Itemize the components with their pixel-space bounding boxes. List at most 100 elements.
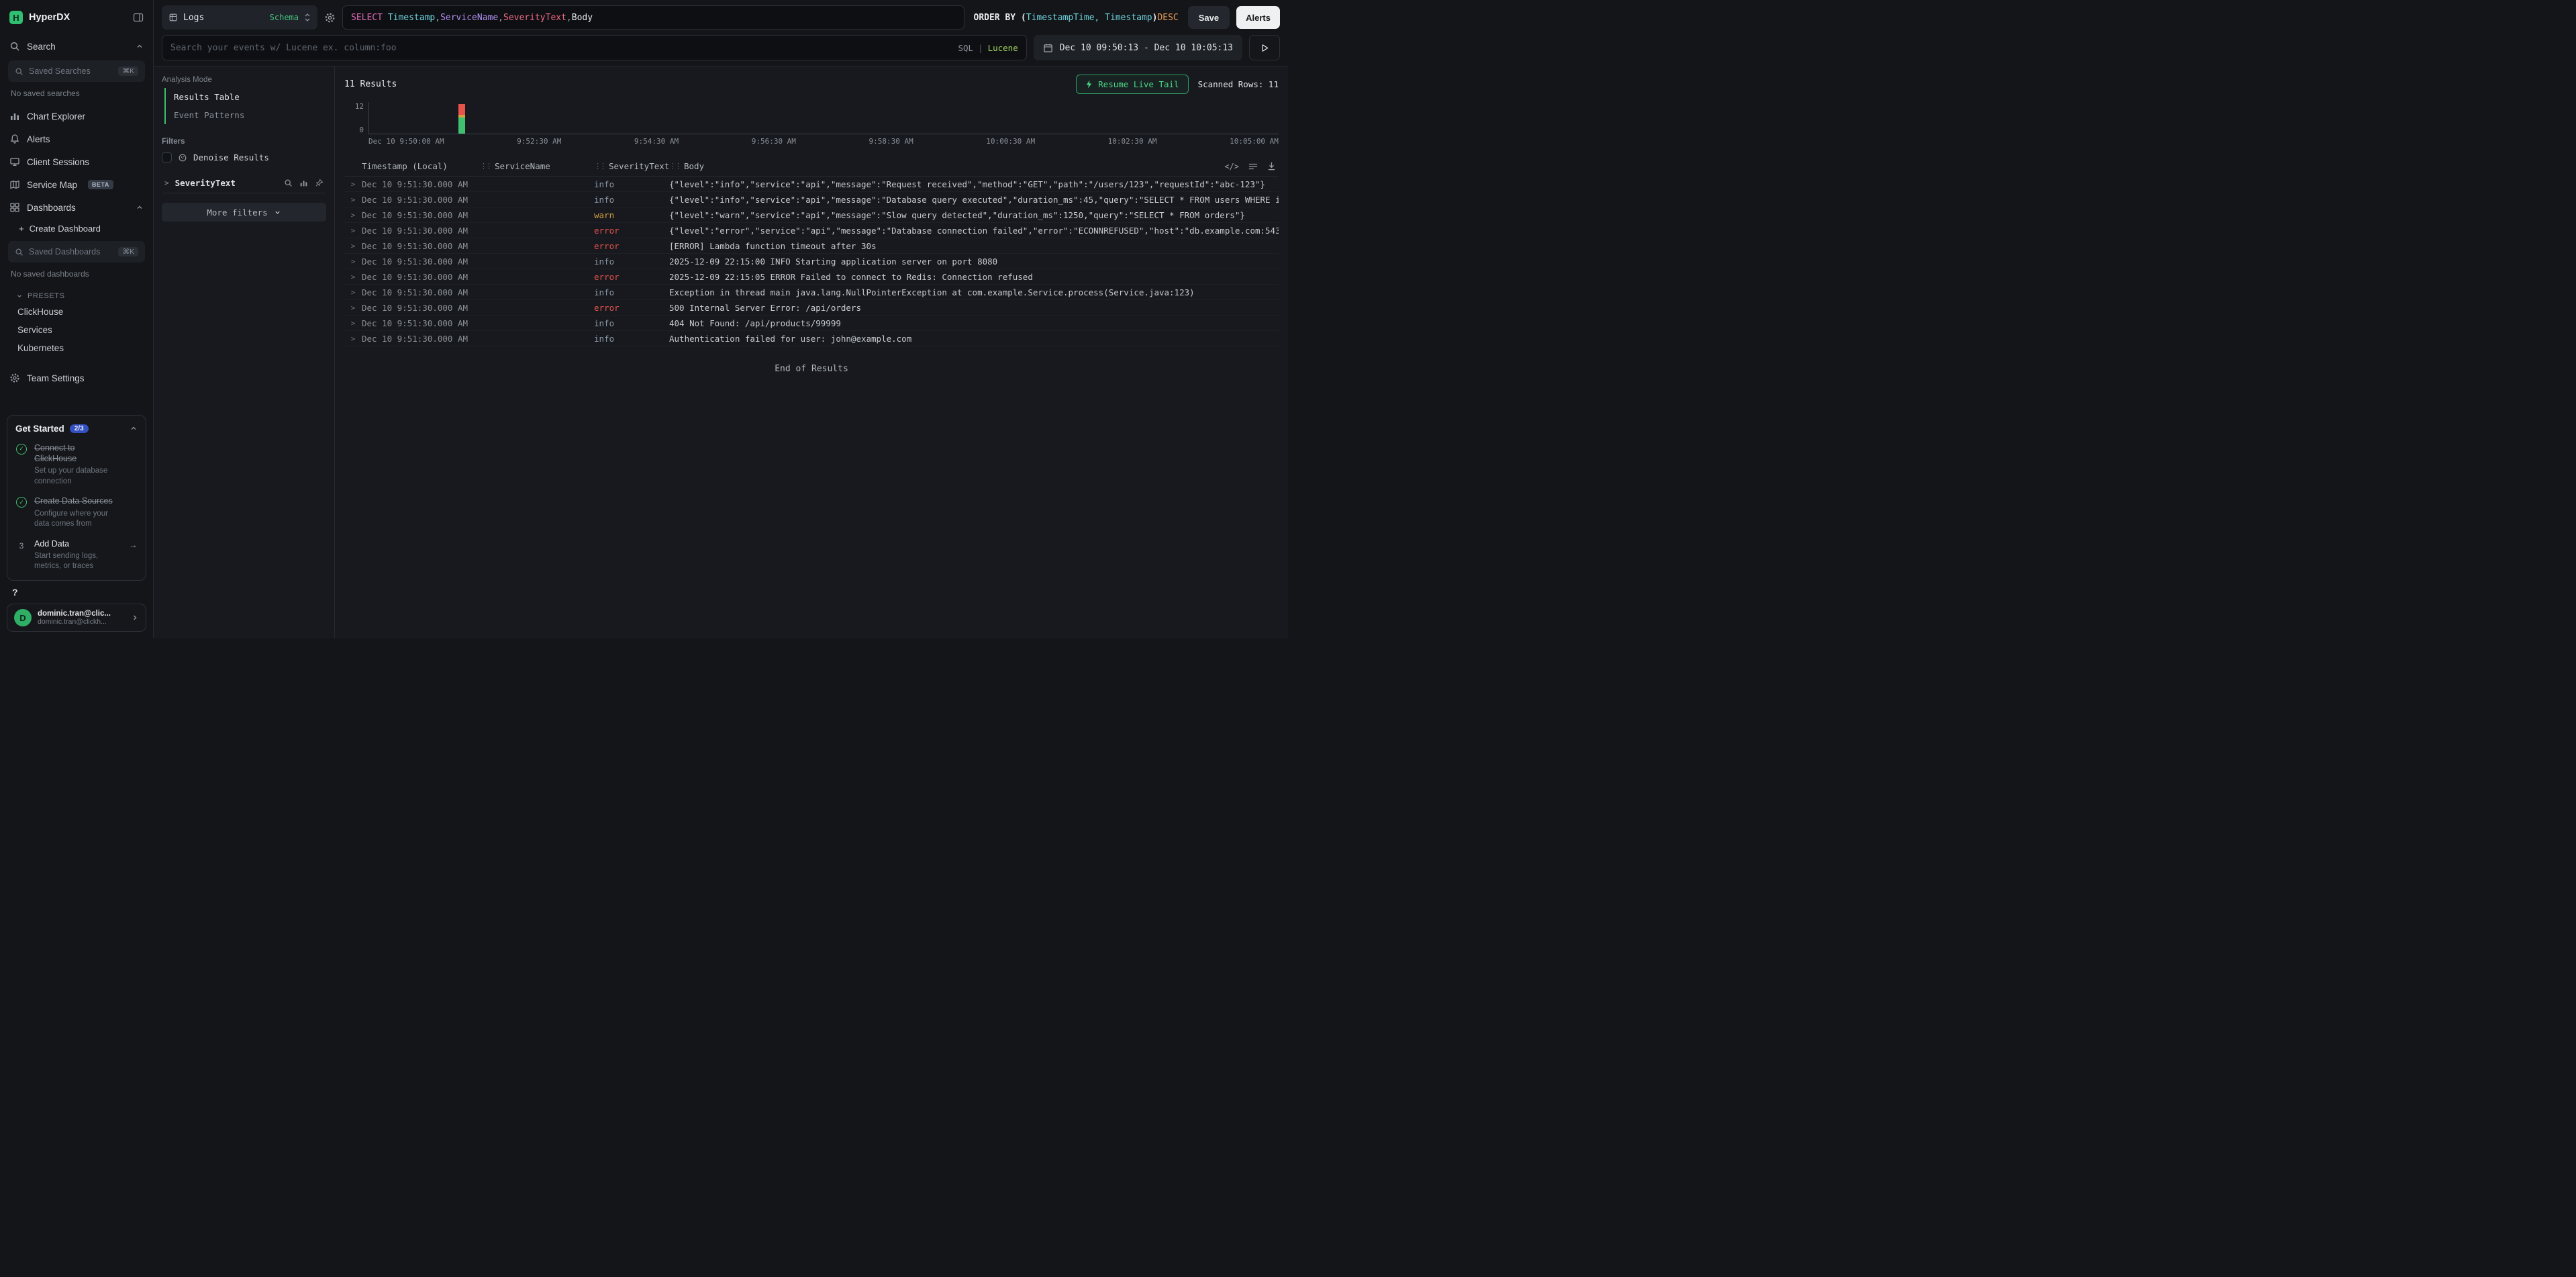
- cell-body: [ERROR] Lambda function timeout after 30…: [669, 241, 1279, 251]
- check-circle-icon: ✓: [16, 497, 27, 508]
- row-expander-icon[interactable]: >: [344, 288, 362, 297]
- row-expander-icon[interactable]: >: [344, 257, 362, 266]
- sidebar-collapse-icon[interactable]: [133, 12, 144, 23]
- row-expander-icon[interactable]: >: [344, 226, 362, 235]
- table-row[interactable]: > Dec 10 9:51:30.000 AM error 500 Intern…: [344, 300, 1279, 316]
- row-expander-icon[interactable]: >: [344, 211, 362, 220]
- row-expander-icon[interactable]: >: [344, 195, 362, 204]
- presets-toggle[interactable]: PRESETS: [0, 285, 153, 303]
- cell-timestamp: Dec 10 9:51:30.000 AM: [362, 179, 480, 189]
- pin-icon[interactable]: [315, 179, 324, 187]
- resume-live-tail-label: Resume Live Tail: [1098, 79, 1179, 89]
- column-header-servicename[interactable]: ServiceName: [495, 161, 550, 171]
- live-tail-play-button[interactable]: [1249, 35, 1280, 60]
- comma: ,: [435, 13, 440, 23]
- drag-handle-icon[interactable]: ⋮⋮: [480, 162, 491, 171]
- table-row[interactable]: > Dec 10 9:51:30.000 AM error {"level":"…: [344, 223, 1279, 238]
- wrap-lines-icon[interactable]: [1248, 162, 1258, 171]
- cell-timestamp: Dec 10 9:51:30.000 AM: [362, 287, 480, 297]
- resume-live-tail-button[interactable]: Resume Live Tail: [1076, 75, 1188, 94]
- main-column: Logs Schema SELECT Timestamp,ServiceName…: [154, 0, 1288, 638]
- column-header-body[interactable]: Body: [684, 161, 704, 171]
- query-field-body: Body: [572, 13, 593, 23]
- source-select[interactable]: Logs Schema: [162, 5, 317, 30]
- sidebar-item-dashboards[interactable]: Dashboards: [0, 196, 153, 219]
- saved-searches-input[interactable]: Saved Searches ⌘K: [8, 60, 145, 82]
- sidebar-item-service-map[interactable]: Service Map BETA: [0, 173, 153, 196]
- severity-group-label: SeverityText: [175, 178, 236, 188]
- sidebar-item-team-settings[interactable]: Team Settings: [0, 367, 153, 389]
- order-by-clause[interactable]: ORDER BY (TimestampTime, Timestamp) DESC: [971, 13, 1181, 23]
- analysis-mode-list: Results Table Event Patterns: [164, 88, 326, 124]
- group-expander-icon[interactable]: >: [164, 179, 169, 187]
- get-started-item-sources[interactable]: ✓ Create Data Sources Configure where yo…: [15, 495, 138, 529]
- save-button[interactable]: Save: [1188, 6, 1230, 29]
- date-range-picker[interactable]: Dec 10 09:50:13 - Dec 10 10:05:13: [1034, 35, 1242, 60]
- table-row[interactable]: > Dec 10 9:51:30.000 AM error [ERROR] La…: [344, 238, 1279, 254]
- chart-bar[interactable]: [458, 104, 465, 134]
- denoise-checkbox[interactable]: [162, 152, 172, 162]
- alerts-button[interactable]: Alerts: [1236, 6, 1280, 29]
- filter-chart-icon[interactable]: [299, 179, 308, 187]
- get-started-item-title: Add Data: [34, 538, 115, 549]
- mode-sql-toggle[interactable]: SQL: [958, 43, 973, 53]
- mode-event-patterns[interactable]: Event Patterns: [166, 106, 326, 124]
- table-row[interactable]: > Dec 10 9:51:30.000 AM warn {"level":"w…: [344, 207, 1279, 223]
- hyperdx-logo-icon: H: [9, 11, 23, 24]
- table-row[interactable]: > Dec 10 9:51:30.000 AM info Exception i…: [344, 285, 1279, 300]
- more-filters-button[interactable]: More filters: [162, 203, 326, 222]
- preset-item-services[interactable]: Services: [0, 321, 153, 339]
- table-row[interactable]: > Dec 10 9:51:30.000 AM info Authenticat…: [344, 331, 1279, 346]
- get-started-item-title: Create Data Sources: [34, 495, 115, 506]
- denoise-results-toggle[interactable]: Denoise Results: [162, 152, 326, 162]
- preset-item-clickhouse[interactable]: ClickHouse: [0, 303, 153, 321]
- progress-badge: 2/3: [70, 424, 89, 433]
- column-header-severitytext[interactable]: SeverityText: [609, 161, 669, 171]
- code-view-icon[interactable]: </>: [1224, 162, 1239, 171]
- results-header: 11 Results Resume Live Tail Scanned Rows…: [344, 75, 1279, 94]
- saved-dashboards-input[interactable]: Saved Dashboards ⌘K: [8, 241, 145, 263]
- mode-results-table[interactable]: Results Table: [166, 88, 326, 106]
- drag-handle-icon[interactable]: ⋮⋮: [594, 162, 605, 171]
- column-header-timestamp[interactable]: Timestamp (Local): [362, 161, 448, 171]
- download-icon[interactable]: [1267, 162, 1276, 171]
- row-expander-icon[interactable]: >: [344, 319, 362, 328]
- source-settings-icon[interactable]: [324, 12, 336, 23]
- search-input[interactable]: Search your events w/ Lucene ex. column:…: [162, 35, 1027, 60]
- sidebar-item-chart-explorer[interactable]: Chart Explorer: [0, 105, 153, 128]
- cell-timestamp: Dec 10 9:51:30.000 AM: [362, 210, 480, 220]
- bell-icon: [9, 134, 20, 144]
- row-expander-icon[interactable]: >: [344, 273, 362, 281]
- table-row[interactable]: > Dec 10 9:51:30.000 AM info {"level":"i…: [344, 177, 1279, 192]
- sidebar-item-search[interactable]: Search: [0, 35, 153, 58]
- row-expander-icon[interactable]: >: [344, 180, 362, 189]
- grid-icon: [9, 202, 20, 213]
- sql-query-input[interactable]: SELECT Timestamp,ServiceName,SeverityTex…: [342, 5, 964, 30]
- row-expander-icon[interactable]: >: [344, 242, 362, 250]
- table-row[interactable]: > Dec 10 9:51:30.000 AM info 404 Not Fou…: [344, 316, 1279, 331]
- get-started-item-add-data[interactable]: 3 Add Data Start sending logs, metrics, …: [15, 538, 138, 572]
- cell-severitytext: info: [594, 256, 669, 267]
- sidebar-item-client-sessions[interactable]: Client Sessions: [0, 150, 153, 173]
- get-started-header[interactable]: Get Started 2/3: [15, 424, 138, 434]
- bar-segment-error: [458, 104, 465, 115]
- table-row[interactable]: > Dec 10 9:51:30.000 AM error 2025-12-09…: [344, 269, 1279, 285]
- filter-search-icon[interactable]: [284, 179, 293, 187]
- chevron-up-icon: [136, 42, 144, 50]
- date-range-value: Dec 10 09:50:13 - Dec 10 10:05:13: [1060, 43, 1233, 53]
- row-expander-icon[interactable]: >: [344, 303, 362, 312]
- drag-handle-icon[interactable]: ⋮⋮: [669, 162, 680, 171]
- preset-item-kubernetes[interactable]: Kubernetes: [0, 339, 153, 357]
- row-expander-icon[interactable]: >: [344, 334, 362, 343]
- sidebar-item-alerts[interactable]: Alerts: [0, 128, 153, 150]
- table-row[interactable]: > Dec 10 9:51:30.000 AM info {"level":"i…: [344, 192, 1279, 207]
- help-button[interactable]: ?: [7, 587, 23, 598]
- user-menu[interactable]: D dominic.tran@clic... dominic.tran@clic…: [7, 604, 146, 632]
- cell-timestamp: Dec 10 9:51:30.000 AM: [362, 241, 480, 251]
- x-tick-label: 10:05:00 AM: [1230, 137, 1279, 146]
- get-started-item-connect[interactable]: ✓ Connect to ClickHouse Set up your data…: [15, 442, 138, 487]
- user-email: dominic.tran@clickh...: [38, 618, 111, 626]
- mode-lucene-toggle[interactable]: Lucene: [988, 43, 1018, 53]
- create-dashboard-button[interactable]: + Create Dashboard: [0, 219, 153, 238]
- table-row[interactable]: > Dec 10 9:51:30.000 AM info 2025-12-09 …: [344, 254, 1279, 269]
